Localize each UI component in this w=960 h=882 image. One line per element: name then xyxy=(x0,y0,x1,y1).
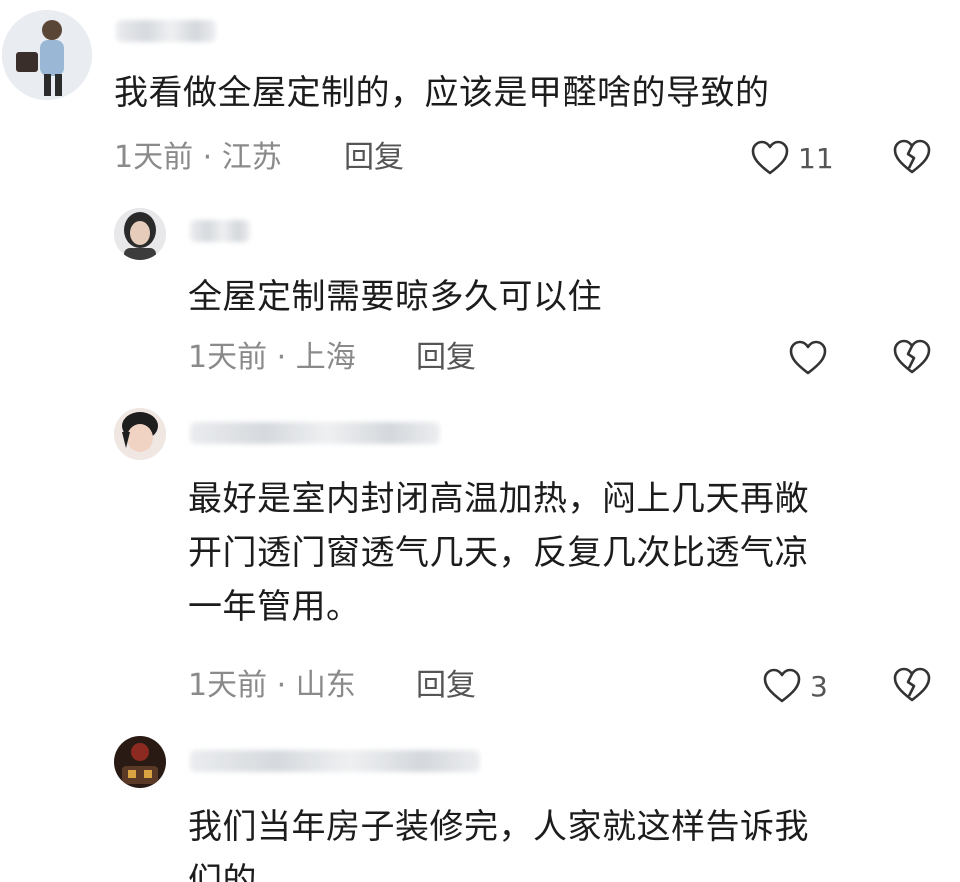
meta-separator: · xyxy=(193,140,222,175)
comment-meta: 1天前 · 上海 xyxy=(188,338,356,378)
avatar[interactable] xyxy=(2,10,92,100)
dislike-button[interactable] xyxy=(892,338,932,378)
avatar-image xyxy=(114,208,166,260)
heart-outline-icon xyxy=(762,667,802,705)
dislike-button[interactable] xyxy=(892,138,932,178)
avatar[interactable] xyxy=(114,408,166,460)
like-count: 11 xyxy=(798,141,834,175)
reply-item: 我们当年房子装修完，人家就这样告诉我 们的。 xyxy=(0,730,960,882)
reply-button[interactable]: 回复 xyxy=(344,138,404,178)
avatar-image xyxy=(2,10,92,100)
reply-item: 全屋定制需要晾多久可以住 1天前 · 上海 回复 xyxy=(0,200,960,390)
avatar-image xyxy=(114,408,166,460)
comment-text: 全屋定制需要晾多久可以住 xyxy=(188,277,602,317)
like-button[interactable] xyxy=(788,338,836,378)
meta-separator: · xyxy=(267,340,296,375)
comment-location: 江苏 xyxy=(221,140,282,175)
heart-outline-icon xyxy=(788,339,828,377)
comment-text: 我看做全屋定制的，应该是甲醛啥的导致的 xyxy=(114,73,770,113)
avatar[interactable] xyxy=(114,208,166,260)
blurred-username[interactable] xyxy=(190,220,250,242)
comment-item: 我看做全屋定制的，应该是甲醛啥的导致的 1天前 · 江苏 回复 11 xyxy=(0,0,960,190)
meta-separator: · xyxy=(267,668,296,703)
comment-meta: 1天前 · 山东 xyxy=(188,666,356,706)
blurred-username[interactable] xyxy=(116,20,216,42)
comment-text: 我们当年房子装修完，人家就这样告诉我 们的。 xyxy=(188,807,809,882)
comment-time: 1天前 xyxy=(114,140,194,175)
dislike-button[interactable] xyxy=(892,666,932,706)
reply-button[interactable]: 回复 xyxy=(416,338,476,378)
avatar-image xyxy=(114,736,166,788)
reply-button[interactable]: 回复 xyxy=(416,666,476,706)
comment-time: 1天前 xyxy=(188,340,268,375)
reply-item: 最好是室内封闭高温加热，闷上几天再敞 开门透门窗透气几天，反复几次比透气凉 一年… xyxy=(0,400,960,720)
comment-time: 1天前 xyxy=(188,668,268,703)
comment-text: 最好是室内封闭高温加热，闷上几天再敞 开门透门窗透气几天，反复几次比透气凉 一年… xyxy=(188,479,809,627)
avatar[interactable] xyxy=(114,736,166,788)
broken-heart-icon xyxy=(892,138,932,176)
like-count: 3 xyxy=(810,669,828,703)
broken-heart-icon xyxy=(892,338,932,376)
blurred-username[interactable] xyxy=(190,422,440,444)
blurred-username[interactable] xyxy=(190,750,480,772)
broken-heart-icon xyxy=(892,666,932,704)
like-button[interactable]: 11 xyxy=(750,138,834,178)
comment-location: 山东 xyxy=(295,668,356,703)
heart-outline-icon xyxy=(750,139,790,177)
like-button[interactable]: 3 xyxy=(762,666,828,706)
comment-location: 上海 xyxy=(295,340,356,375)
comment-meta: 1天前 · 江苏 xyxy=(114,138,282,178)
